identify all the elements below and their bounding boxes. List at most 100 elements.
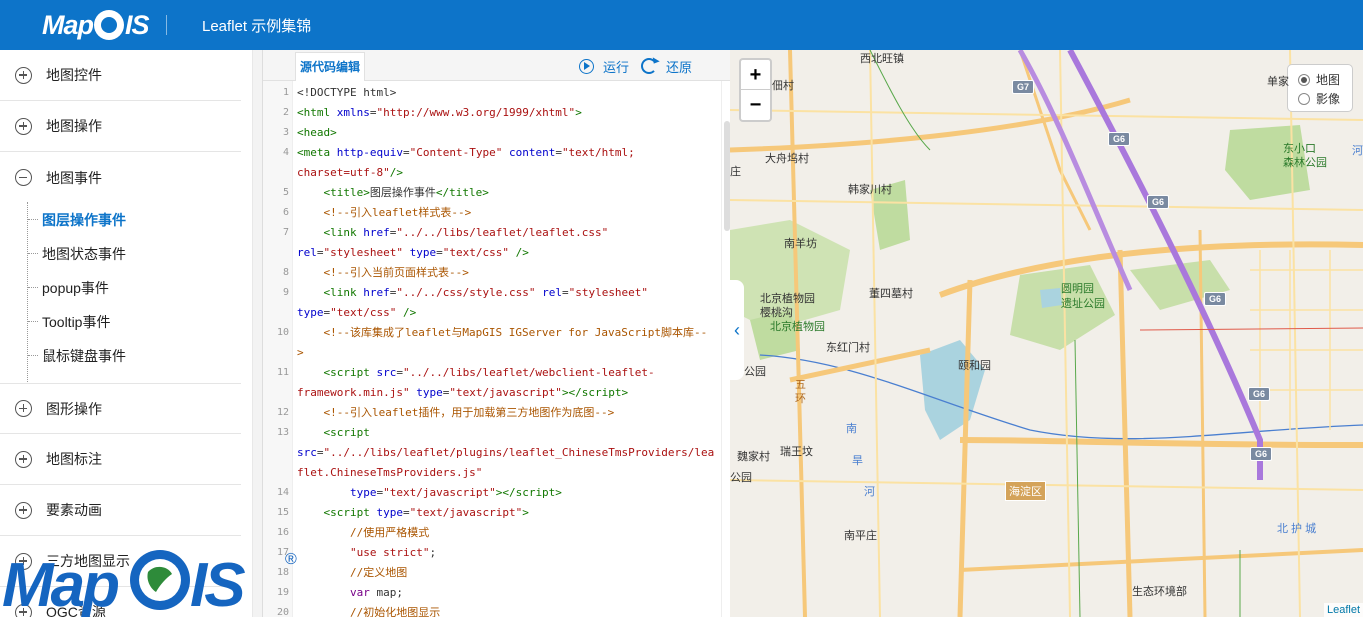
map-events-submenu: 图层操作事件 地图状态事件 popup事件 Tooltip事件 鼠标键盘事件 — [27, 202, 237, 382]
submenu-item-popup-events[interactable]: popup事件 — [28, 278, 109, 298]
map-label: 北京植物园 — [770, 321, 825, 333]
map-label: 遗址公园 — [1061, 298, 1105, 310]
code-line: //定义地图 — [349, 566, 408, 579]
zoom-in-button[interactable]: + — [741, 60, 770, 90]
code-line: <meta http-equiv="Content-Type" content=… — [297, 146, 635, 159]
highway-shield: G6 — [1248, 387, 1271, 401]
radio-selected-icon — [1298, 73, 1310, 86]
sidebar-scrollbar[interactable] — [252, 50, 262, 617]
layer-switcher: 地图 影像 — [1287, 64, 1353, 112]
map-label: 生态环境部 — [1132, 586, 1187, 598]
code-text-area[interactable]: <!DOCTYPE html> <html xmlns="http://www.… — [293, 81, 721, 617]
menu-item-feature-animation[interactable]: 要素动画 — [0, 485, 241, 536]
map-label: 大舟坞村 — [765, 153, 809, 165]
code-line: <link href="../../libs/leaflet/leaflet.c… — [323, 226, 609, 239]
chevron-left-icon: ‹ — [734, 320, 740, 340]
menu-item-map-events[interactable]: 地图事件 — [0, 152, 241, 203]
map-label: 公园 — [730, 472, 752, 484]
map-label: 董四墓村 — [869, 288, 913, 300]
header-divider — [166, 15, 167, 35]
code-line: <!--引入leaflet样式表--> — [323, 206, 472, 219]
highway-shield: G7 — [1012, 80, 1035, 94]
code-line: <!--该库集成了leaflet与MapGIS IGServer for Jav… — [323, 326, 708, 339]
code-line: <title>图层操作事件</title> — [323, 186, 489, 199]
code-line: <script type="text/javascript"> — [323, 506, 529, 519]
map-label: 单家 — [1267, 76, 1289, 88]
map-label: 颐和园 — [958, 360, 991, 372]
map-label: 北 护 城 — [1277, 523, 1317, 535]
mapgis-watermark-logo: Map IS ® — [2, 550, 297, 617]
expand-icon — [15, 450, 32, 468]
map-label: 南 — [846, 423, 857, 435]
code-line: "use strict"; — [349, 546, 437, 559]
map-label: 圆明园 — [1061, 283, 1094, 295]
editor-toolbar: 源代码编辑 运行 还原 — [263, 50, 731, 81]
code-editor-panel: 源代码编辑 运行 还原 1 2 3 4 5 6 7 8 9 10 11 12 1… — [262, 50, 731, 617]
submenu-item-mouse-keyboard-events[interactable]: 鼠标键盘事件 — [28, 346, 126, 366]
submenu-item-map-state-events[interactable]: 地图状态事件 — [28, 244, 126, 264]
mapgis-logo[interactable]: Map IS — [42, 6, 149, 44]
map-label: 河 — [864, 486, 875, 498]
submenu-item-layer-events[interactable]: 图层操作事件 — [28, 210, 126, 230]
code-line: <head> — [297, 126, 337, 139]
code-line: <link href="../../css/style.css" rel="st… — [323, 286, 649, 299]
code-line: //使用严格模式 — [349, 526, 430, 539]
play-icon — [579, 58, 594, 74]
code-line: <!--引入leaflet插件，用于加载第三方地图作为底图--> — [323, 406, 615, 419]
run-button[interactable]: 运行 — [579, 55, 629, 77]
map-label: 魏家村 — [737, 451, 770, 463]
code-line: <html xmlns="http://www.w3.org/1999/xhtm… — [297, 106, 582, 119]
code-line: var map; — [349, 586, 403, 599]
code-line: framework.min.js" type="text/javascript"… — [297, 386, 629, 399]
map-label: 南羊坊 — [784, 238, 817, 250]
expand-icon — [15, 117, 32, 135]
submenu-item-tooltip-events[interactable]: Tooltip事件 — [27, 312, 110, 332]
code-line: > — [297, 346, 304, 359]
restore-button[interactable]: 还原 — [641, 55, 692, 77]
app-header: Map IS Leaflet 示例集锦 — [0, 0, 1363, 50]
map-label: 旱 — [852, 455, 863, 467]
layer-option-imagery[interactable]: 影像 — [1298, 89, 1352, 108]
district-label: 海淀区 — [1005, 481, 1046, 501]
highway-shield: G6 — [1108, 132, 1131, 146]
map-label: 西北旺镇 — [860, 53, 904, 65]
zoom-out-button[interactable]: − — [741, 90, 770, 120]
menu-item-graphics[interactable]: 图形操作 — [0, 383, 241, 434]
code-line: <!--引入当前页面样式表--> — [323, 266, 469, 279]
code-line: type="text/javascript"></script> — [349, 486, 562, 499]
menu-item-map-annotation[interactable]: 地图标注 — [0, 434, 241, 485]
menu-item-map-controls[interactable]: 地图控件 — [0, 50, 241, 101]
map-label: 东红门村 — [826, 342, 870, 354]
code-line: src="../../libs/leaflet/plugins/leaflet_… — [297, 446, 715, 459]
expand-icon — [15, 501, 32, 519]
collapse-icon — [15, 169, 32, 186]
map-label: 南平庄 — [844, 530, 877, 542]
highway-shield: G6 — [1147, 195, 1170, 209]
expand-icon — [15, 400, 32, 417]
tab-source-edit[interactable]: 源代码编辑 — [295, 52, 366, 81]
app-title: Leaflet 示例集锦 — [202, 18, 312, 35]
code-line: <!DOCTYPE html> — [297, 86, 397, 99]
line-number-gutter: 1 2 3 4 5 6 7 8 9 10 11 12 13 14 15 16 1… — [263, 81, 293, 617]
code-line: charset=utf-8"/> — [297, 166, 403, 179]
svg-text:IS: IS — [190, 551, 245, 617]
highway-shield: G6 — [1250, 447, 1273, 461]
code-line: flet.ChineseTmsProviders.js" — [297, 466, 483, 479]
code-line: //初始化地图显示 — [349, 606, 441, 617]
code-line: <script — [323, 426, 370, 439]
code-line: rel="stylesheet" type="text/css" /> — [297, 246, 529, 259]
svg-text:®: ® — [285, 551, 297, 568]
map-attribution[interactable]: Leaflet — [1323, 603, 1363, 617]
refresh-icon — [641, 58, 657, 74]
zoom-control: + − — [739, 58, 772, 122]
map-label: 环 — [795, 393, 806, 405]
menu-item-map-operations[interactable]: 地图操作 — [0, 101, 241, 152]
map-view[interactable]: + − 地图 影像 ‹ 西北旺镇 佃村 大舟坞村 庄 韩家川村 南羊坊 北京植物… — [730, 50, 1363, 617]
layer-option-map[interactable]: 地图 — [1298, 70, 1352, 89]
radio-unselected-icon — [1298, 92, 1310, 105]
map-label: 瑞王坟 — [780, 446, 813, 458]
map-label: 公园 — [744, 366, 766, 378]
sidebar: 地图控件 地图操作 地图事件 图层操作事件 地图状态事件 popup事件 Too… — [0, 50, 262, 617]
collapse-panel-button[interactable]: ‹ — [730, 280, 744, 380]
map-label: 庄 — [730, 166, 741, 178]
